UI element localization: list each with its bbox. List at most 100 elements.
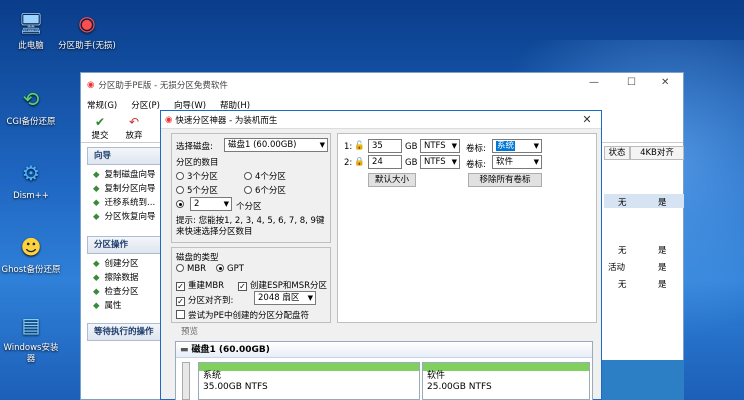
pending-ops-title: 等待执行的操作 bbox=[87, 323, 167, 341]
checkbox-label: 尝试为PE中创建的分区分配盘符 bbox=[188, 311, 309, 321]
size-unit: GB bbox=[405, 158, 418, 168]
disk-select-value: 磁盘1 (60.00GB) bbox=[228, 140, 297, 150]
backup-restore-icon: ⟲ bbox=[22, 86, 40, 111]
custom-count-unit: 个分区 bbox=[236, 202, 262, 212]
op-label: 擦除数据 bbox=[104, 273, 139, 283]
radio-gpt[interactable]: GPT bbox=[216, 264, 244, 274]
wizard-recovery[interactable]: ◆ 分区恢复向导 bbox=[87, 210, 167, 224]
wizard-section-title: 向导 bbox=[87, 147, 167, 165]
size-unit: GB bbox=[405, 142, 418, 152]
rebuild-mbr-checkbox[interactable]: ✓ 重建MBR bbox=[176, 279, 224, 291]
pe-letter-checkbox[interactable]: 尝试为PE中创建的分区分配盘符 bbox=[176, 309, 309, 321]
radio-5-partitions[interactable]: 5个分区 bbox=[176, 184, 218, 196]
disk-title: 磁盘1 (60.00GB) bbox=[191, 345, 270, 355]
volume-select-1[interactable]: 系统 ▼ bbox=[492, 139, 542, 153]
volume-label-text: 卷标: bbox=[466, 144, 486, 154]
wizard-copy-partition[interactable]: ◆ 复制分区向导 bbox=[87, 182, 167, 196]
partition-usage-bar bbox=[199, 363, 419, 371]
fs-select-2[interactable]: NTFS ▼ bbox=[420, 155, 460, 169]
op-properties[interactable]: ◆ 属性 bbox=[87, 299, 167, 313]
column-header-4k[interactable]: 4KB对齐 bbox=[630, 146, 684, 160]
row-status: 无 bbox=[618, 198, 627, 208]
desktop-icon-this-pc[interactable]: 🖥 此电脑 bbox=[0, 8, 62, 52]
menu-partition[interactable]: 分区(P) bbox=[131, 99, 160, 111]
partition-software[interactable]: 软件 25.00GB NTFS bbox=[422, 362, 590, 400]
partition-count-label: 分区的数目 bbox=[176, 158, 219, 168]
chevron-down-icon: ▼ bbox=[533, 142, 539, 150]
row-align: 是 bbox=[658, 280, 667, 290]
lock-icon: 🔒 bbox=[354, 157, 365, 167]
volume-label-text: 卷标: bbox=[466, 160, 486, 170]
maximize-button[interactable]: ☐ bbox=[627, 77, 636, 88]
column-header-status[interactable]: 状态 bbox=[604, 146, 630, 160]
size-input-1[interactable]: 35 bbox=[368, 139, 402, 153]
desktop-icon-partition-assistant[interactable]: ◉ 分区助手(无损) bbox=[56, 8, 118, 52]
radio-label: 4个分区 bbox=[255, 172, 286, 182]
partition-system[interactable]: 系统 35.00GB NTFS bbox=[198, 362, 420, 400]
disk-type-label: 磁盘的类型 bbox=[176, 253, 219, 263]
chevron-down-icon: ▼ bbox=[451, 142, 457, 150]
desktop-icon-ghost[interactable]: ☻ Ghost备份还原 bbox=[0, 232, 62, 276]
fs-value: NTFS bbox=[424, 157, 446, 167]
align-checkbox[interactable]: ✓ 分区对齐到: bbox=[176, 294, 233, 306]
desktop-icon-label: Ghost备份还原 bbox=[1, 265, 61, 275]
op-label: 创建分区 bbox=[104, 259, 139, 269]
wizard-migrate-os[interactable]: ◆ 迁移系统到... bbox=[87, 196, 167, 210]
fs-select-1[interactable]: NTFS ▼ bbox=[420, 139, 460, 153]
disk-icon: ▬ bbox=[180, 345, 189, 355]
radio-custom-partitions[interactable] bbox=[176, 200, 187, 210]
dism-gear-icon: ⚙ bbox=[22, 160, 40, 185]
op-wipe-data[interactable]: ◆ 擦除数据 bbox=[87, 271, 167, 285]
properties-icon: ◆ bbox=[93, 301, 100, 311]
checkbox-empty bbox=[176, 310, 185, 319]
disk-type-group: 磁盘的类型 MBR GPT ✓ 重建MBR ✓ 创建ESP和MSR分区 ✓ 分区对齐到… bbox=[171, 247, 331, 323]
custom-count-select[interactable]: 2 ▼ bbox=[190, 197, 232, 211]
wipe-icon: ◆ bbox=[93, 273, 100, 283]
minimize-button[interactable]: — bbox=[589, 77, 599, 88]
radio-label: GPT bbox=[227, 264, 244, 274]
partition-name: 软件 bbox=[427, 371, 446, 381]
row-index: 1: bbox=[344, 142, 353, 152]
op-create-partition[interactable]: ◆ 创建分区 bbox=[87, 257, 167, 271]
menu-general[interactable]: 常规(G) bbox=[87, 99, 117, 111]
desktop-icon-windows-installer[interactable]: ▤ Windows安装器 bbox=[0, 310, 62, 365]
disk-select[interactable]: 磁盘1 (60.00GB) ▼ bbox=[224, 138, 328, 152]
fs-value: NTFS bbox=[424, 141, 446, 151]
close-button[interactable]: ✕ bbox=[661, 77, 669, 88]
radio-label: MBR bbox=[187, 264, 207, 274]
lock-icon: 🔓 bbox=[354, 141, 365, 151]
radio-icon bbox=[244, 172, 252, 180]
chevron-down-icon: ▼ bbox=[307, 294, 313, 302]
radio-4-partitions[interactable]: 4个分区 bbox=[244, 170, 286, 182]
disk-select-group: 选择磁盘: 磁盘1 (60.00GB) ▼ 分区的数目 3个分区 4个分区 5个分… bbox=[171, 133, 331, 243]
app-logo-icon: ◉ bbox=[87, 80, 95, 90]
wizard-copy-disk[interactable]: ◆ 复制磁盘向导 bbox=[87, 168, 167, 182]
radio-mbr[interactable]: MBR bbox=[176, 264, 206, 274]
desktop-icon-dism[interactable]: ⚙ Dism++ bbox=[0, 158, 62, 202]
discard-button[interactable]: ↶ 放弃 bbox=[123, 115, 145, 141]
preview-label: 预览 bbox=[181, 327, 199, 337]
radio-6-partitions[interactable]: 6个分区 bbox=[244, 184, 286, 196]
copy-disk-icon: ◆ bbox=[93, 170, 100, 180]
custom-count-value: 2 bbox=[194, 199, 200, 209]
desktop-icon-label: 分区助手(无损) bbox=[58, 41, 116, 51]
default-size-button[interactable]: 默认大小 bbox=[368, 173, 416, 187]
dialog-titlebar: ◉ 快速分区神器 - 为装机而生 bbox=[161, 111, 601, 129]
window-titlebar: ◉ 分区助手PE版 - 无损分区免费软件 — ☐ ✕ bbox=[81, 73, 683, 97]
recovery-icon: ◆ bbox=[93, 212, 100, 222]
remove-all-labels-button[interactable]: 移除所有卷标 bbox=[468, 173, 542, 187]
desktop-icon-cgi[interactable]: ⟲ CGI备份还原 bbox=[0, 84, 62, 128]
size-input-2[interactable]: 24 bbox=[368, 155, 402, 169]
align-select[interactable]: 2048 扇区 ▼ bbox=[254, 291, 316, 305]
dialog-close-button[interactable]: ✕ bbox=[573, 111, 601, 129]
wizard-item-label: 复制分区向导 bbox=[104, 184, 156, 194]
radio-icon bbox=[244, 186, 252, 194]
volume-select-2[interactable]: 软件 ▼ bbox=[492, 155, 542, 169]
radio-3-partitions[interactable]: 3个分区 bbox=[176, 170, 218, 182]
submit-button[interactable]: ✔ 提交 bbox=[89, 115, 111, 141]
radio-icon-selected bbox=[216, 264, 224, 272]
quick-partition-dialog: ◉ 快速分区神器 - 为装机而生 ✕ 选择磁盘: 磁盘1 (60.00GB) ▼ … bbox=[160, 110, 602, 400]
create-esp-checkbox[interactable]: ✓ 创建ESP和MSR分区 bbox=[238, 279, 327, 291]
op-check-partition[interactable]: ◆ 检查分区 bbox=[87, 285, 167, 299]
discard-icon: ↶ bbox=[128, 115, 140, 129]
